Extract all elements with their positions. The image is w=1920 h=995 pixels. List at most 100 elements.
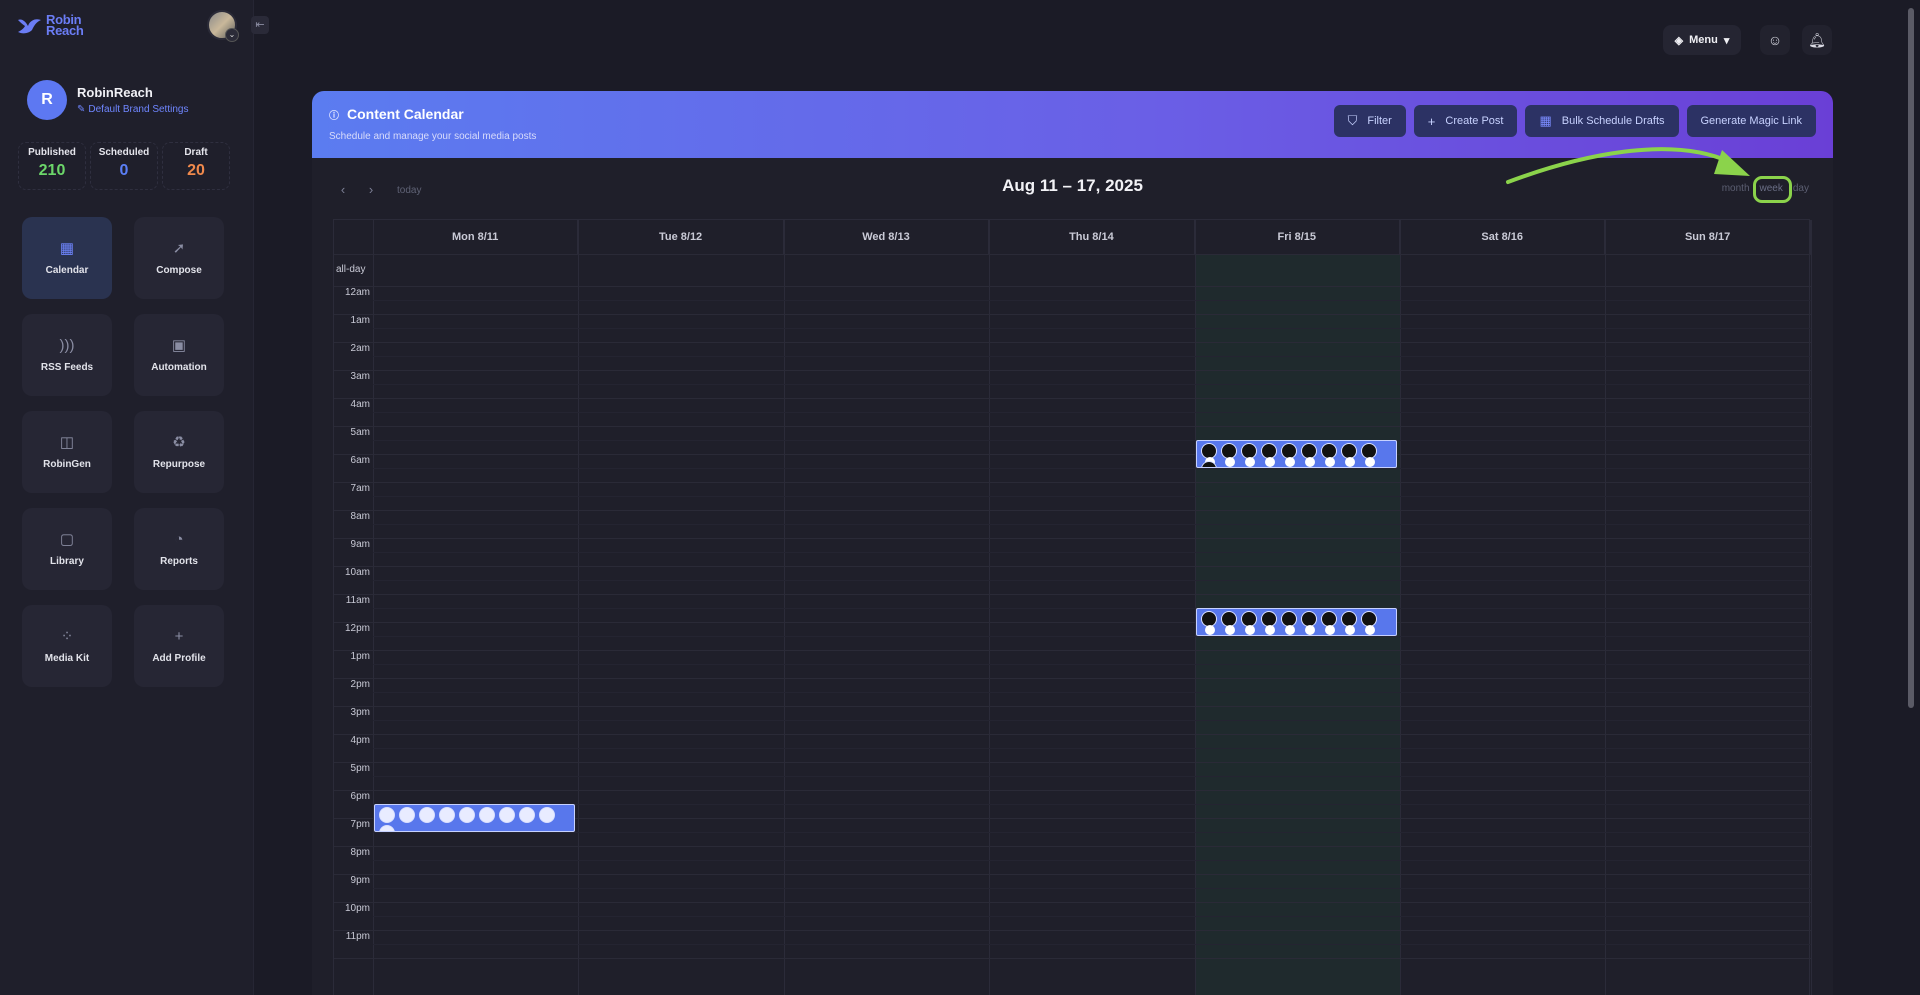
sidebar-item-library[interactable]: ▢ Library: [22, 508, 112, 590]
half-hour-line: [373, 412, 1811, 413]
half-hour-line: [373, 916, 1811, 917]
post-avatar-icon: [1260, 443, 1277, 467]
stat-draft: Draft 20: [162, 142, 230, 190]
sidebar-item-label: RSS Feeds: [40, 361, 94, 373]
time-label: 7pm: [350, 819, 370, 830]
half-hour-line: [373, 356, 1811, 357]
day-header[interactable]: Thu 8/14: [989, 220, 1195, 254]
post-avatar-icon: [1280, 611, 1297, 635]
post-stats: Published 210 Scheduled 0 Draft 20: [18, 142, 230, 190]
profile-name: RobinReach: [77, 85, 153, 100]
create-post-label: Create Post: [1445, 115, 1504, 127]
post-avatar-icon: [1240, 611, 1257, 635]
post-avatar-icon: [1200, 611, 1217, 635]
time-label: 3pm: [350, 707, 370, 718]
half-hour-line: [373, 496, 1811, 497]
support-chat-button[interactable]: ☺: [1760, 25, 1790, 55]
week-grid: Mon 8/11 Tue 8/12 Wed 8/13 Thu 8/14 Fri 8/15…: [333, 219, 1812, 995]
sidebar-item-repurpose[interactable]: ♻ Repurpose: [134, 411, 224, 493]
default-brand-settings-link[interactable]: ✎ Default Brand Settings: [77, 104, 188, 115]
time-label: 6am: [350, 455, 370, 466]
day-header[interactable]: Sun 8/17: [1605, 220, 1811, 254]
sidebar-item-label: Reports: [160, 555, 198, 567]
brand-profile: R RobinReach ✎ Default Brand Settings: [27, 80, 188, 120]
half-hour-line: [373, 636, 1811, 637]
sidebar-item-calendar[interactable]: ▦ Calendar: [22, 217, 112, 299]
sidebar-item-media-kit[interactable]: ⁘ Media Kit: [22, 605, 112, 687]
sticky-note-icon: ◫: [59, 433, 75, 451]
hour-line: [334, 678, 1811, 679]
view-switcher: month week day: [1722, 176, 1809, 203]
scrollbar-thumb[interactable]: [1908, 8, 1914, 708]
next-week-button[interactable]: ›: [359, 178, 383, 202]
time-label: 1pm: [350, 651, 370, 662]
half-hour-line: [373, 944, 1811, 945]
hour-line: [334, 790, 1811, 791]
post-avatar-icon: [1200, 461, 1217, 467]
time-label: 2pm: [350, 679, 370, 690]
hour-line: [334, 874, 1811, 875]
create-post-button[interactable]: + Create Post: [1413, 105, 1518, 137]
plus-icon: +: [1427, 113, 1436, 129]
week-view-button[interactable]: week: [1752, 176, 1793, 203]
hour-line: [334, 734, 1811, 735]
user-avatar[interactable]: ⌄: [207, 10, 239, 42]
post-avatar-icon: [1240, 443, 1257, 467]
collapse-sidebar-button[interactable]: ⇤: [251, 16, 269, 34]
stat-value: 20: [187, 162, 205, 179]
hour-line: [334, 510, 1811, 511]
post-avatar-icon: [1300, 611, 1317, 635]
time-label: 2am: [350, 343, 370, 354]
bulk-schedule-drafts-button[interactable]: ▦ Bulk Schedule Drafts: [1525, 105, 1679, 137]
hour-line: [334, 762, 1811, 763]
sidebar-item-reports[interactable]: ◔ Reports: [134, 508, 224, 590]
sidebar-item-label: Repurpose: [152, 458, 206, 470]
half-hour-line: [373, 440, 1811, 441]
plus-icon: +: [174, 627, 184, 645]
post-avatar-icon: [1280, 443, 1297, 467]
day-header[interactable]: Sat 8/16: [1400, 220, 1606, 254]
sidebar-item-label: RobinGen: [43, 458, 91, 470]
sidebar-item-add-profile[interactable]: + Add Profile: [134, 605, 224, 687]
calendar-event[interactable]: [374, 804, 576, 832]
chevron-left-icon: ‹: [340, 182, 346, 197]
recycle-icon: ♻: [172, 433, 186, 451]
menu-button[interactable]: ◈ Menu ▾: [1663, 25, 1741, 55]
sidebar-item-robingen[interactable]: ◫ RobinGen: [22, 411, 112, 493]
row-divider: [334, 286, 1811, 287]
calendar-title: ⓘ Content Calendar: [329, 106, 464, 122]
calendar-title-text: Content Calendar: [347, 106, 464, 122]
sidebar-item-rss-feeds[interactable]: ))) RSS Feeds: [22, 314, 112, 396]
time-label: 1am: [350, 315, 370, 326]
day-header[interactable]: Tue 8/12: [578, 220, 784, 254]
day-view-button[interactable]: day: [1793, 183, 1809, 194]
sidebar-item-automation[interactable]: ▣ Automation: [134, 314, 224, 396]
sidebar-item-label: Media Kit: [44, 652, 90, 664]
day-header[interactable]: Fri 8/15: [1195, 220, 1400, 254]
post-avatar-icon: [399, 807, 415, 823]
half-hour-line: [373, 468, 1811, 469]
month-view-button[interactable]: month: [1722, 183, 1750, 194]
half-hour-line: [373, 720, 1811, 721]
day-header[interactable]: Mon 8/11: [373, 220, 579, 254]
day-header[interactable]: Wed 8/13: [784, 220, 990, 254]
notifications-button[interactable]: 🔔︎: [1802, 25, 1832, 55]
calendar-event[interactable]: [1195, 440, 1397, 468]
generate-magic-link-button[interactable]: Generate Magic Link: [1686, 105, 1816, 137]
today-button[interactable]: today: [387, 185, 431, 196]
sidebar-item-compose[interactable]: ➚ Compose: [134, 217, 224, 299]
time-label: 3am: [350, 371, 370, 382]
robot-chat-icon: ☺: [1767, 32, 1783, 48]
filter-button[interactable]: ⛉ Filter: [1333, 105, 1406, 137]
half-hour-line: [373, 384, 1811, 385]
stat-value: 0: [119, 162, 129, 179]
half-hour-line: [373, 692, 1811, 693]
half-hour-line: [373, 608, 1811, 609]
row-divider: [334, 254, 1811, 255]
half-hour-line: [373, 580, 1811, 581]
calendar-event[interactable]: [1195, 608, 1397, 636]
robinreach-logo[interactable]: Robin Reach: [16, 13, 84, 37]
page-scrollbar[interactable]: [1906, 0, 1916, 720]
prev-week-button[interactable]: ‹: [331, 178, 355, 202]
all-day-label: all-day: [336, 264, 366, 275]
